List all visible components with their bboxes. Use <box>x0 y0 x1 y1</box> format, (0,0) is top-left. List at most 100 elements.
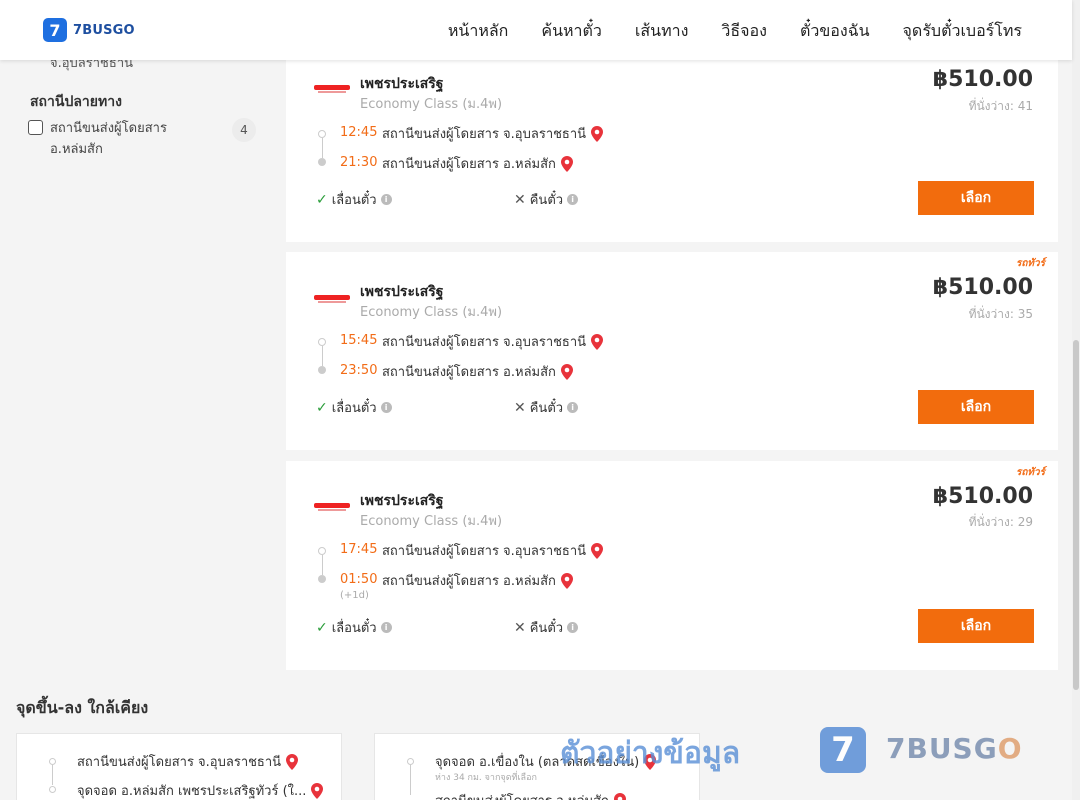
refund-label: คืนตั๋ว <box>529 621 564 636</box>
arrival-station[interactable]: สถานีขนส่งผู้โดยสาร อ.หล่มสัก <box>382 361 573 382</box>
destination-filter-label[interactable]: สถานีขนส่งผู้โดยสาร อ.หล่มสัก <box>50 118 210 160</box>
map-pin-icon[interactable] <box>591 125 604 142</box>
departure-time: 15:45 <box>340 333 378 348</box>
map-pin-icon[interactable] <box>591 542 604 559</box>
refund-feature: ✕ คืนตั๋ว i <box>514 397 579 418</box>
operator-logo <box>314 295 350 304</box>
site-logo[interactable]: 7 7BUSGO <box>43 18 135 42</box>
info-icon[interactable]: i <box>380 622 392 633</box>
map-pin-icon[interactable] <box>560 572 573 589</box>
map-pin-icon[interactable] <box>311 782 324 799</box>
info-icon[interactable]: i <box>567 402 579 413</box>
nav-my-tickets[interactable]: ตั๋วของฉัน <box>800 19 870 44</box>
timeline-line <box>321 138 323 158</box>
info-icon[interactable]: i <box>380 402 392 413</box>
nearby-distance: ห่าง 34 กม. จากจุดที่เลือก <box>435 773 537 783</box>
operator-logo <box>314 503 350 512</box>
destination-checkbox[interactable] <box>28 120 43 135</box>
bus-type-tag: รถทัวร์ <box>1015 467 1045 478</box>
departure-station[interactable]: สถานีขนส่งผู้โดยสาร จ.อุบลราชธานี <box>382 540 604 561</box>
departure-station[interactable]: สถานีขนส่งผู้โดยสาร จ.อุบลราชธานี <box>382 331 604 352</box>
watermark-brand: 7BUSGO <box>886 732 1023 765</box>
top-header: 7 7BUSGO หน้าหลัก ค้นหาตั๋ว เส้นทาง วิธี… <box>0 0 1072 60</box>
arrival-time: 01:50 <box>340 572 378 587</box>
scrollbar-thumb[interactable] <box>1073 340 1079 690</box>
logo-mark: 7 <box>43 18 67 42</box>
operator-name: เพชรประเสริฐ <box>360 493 444 509</box>
watermark-logo-mark: 7 <box>820 727 866 773</box>
page-scrollbar[interactable] <box>1072 0 1080 800</box>
nav-how-to-book[interactable]: วิธีจอง <box>721 19 767 44</box>
operator-name: เพชรประเสริฐ <box>360 76 444 92</box>
watermark-brand-o: O <box>997 732 1023 765</box>
departure-station-name: สถานีขนส่งผู้โดยสาร จ.อุบลราชธานี <box>382 544 587 559</box>
arrival-station[interactable]: สถานีขนส่งผู้โดยสาร อ.หล่มสัก <box>382 570 573 591</box>
bus-type-tag: รถทัวร์ <box>1015 258 1045 269</box>
operator-name: เพชรประเสริฐ <box>360 284 444 300</box>
refund-label: คืนตั๋ว <box>529 193 564 208</box>
nearby-stops-heading: จุดขึ้น-ลง ใกล้เคียง <box>16 698 149 717</box>
arrival-station-name: สถานีขนส่งผู้โดยสาร อ.หล่มสัก <box>382 157 556 172</box>
departure-time: 12:45 <box>340 125 378 140</box>
reschedule-feature: ✓ เลื่อนตั๋ว i <box>316 617 392 638</box>
operator-logo <box>314 85 350 94</box>
info-icon[interactable]: i <box>567 194 579 205</box>
map-pin-icon[interactable] <box>560 155 573 172</box>
timeline-start-dot <box>318 338 326 346</box>
select-trip-button[interactable]: เลือก <box>918 181 1034 215</box>
map-pin-icon[interactable] <box>591 333 604 350</box>
timeline-start-dot <box>318 130 326 138</box>
check-icon: ✓ <box>316 399 328 416</box>
arrival-station-name: สถานีขนส่งผู้โดยสาร อ.หล่มสัก <box>382 365 556 380</box>
departure-station-name: สถานีขนส่งผู้โดยสาร จ.อุบลราชธานี <box>382 335 587 350</box>
select-trip-button[interactable]: เลือก <box>918 609 1034 643</box>
reschedule-label: เลื่อนตั๋ว <box>331 621 377 636</box>
arrival-station[interactable]: สถานีขนส่งผู้โดยสาร อ.หล่มสัก <box>382 153 573 174</box>
refund-feature: ✕ คืนตั๋ว i <box>514 189 579 210</box>
nav-routes[interactable]: เส้นทาง <box>635 19 689 44</box>
nav-search-tickets[interactable]: ค้นหาตั๋ว <box>541 19 602 44</box>
trip-price: ฿510.00 <box>932 275 1033 300</box>
refund-feature: ✕ คืนตั๋ว i <box>514 617 579 638</box>
arrival-time: 21:30 <box>340 155 378 170</box>
nearby-stop-card[interactable]: สถานีขนส่งผู้โดยสาร จ.อุบลราชธานี จุดจอด… <box>16 733 342 800</box>
main-nav: หน้าหลัก ค้นหาตั๋ว เส้นทาง วิธีจอง ตั๋วข… <box>448 19 1022 44</box>
reschedule-label: เลื่อนตั๋ว <box>331 401 377 416</box>
timeline-start-dot <box>49 758 56 765</box>
nearby-destination-name: สถานีขนส่งผู้โดยสาร อ.หล่มสัก <box>435 790 609 800</box>
watermark-brand-main: 7BUSG <box>886 732 998 765</box>
cross-icon: ✕ <box>514 399 526 416</box>
destination-filter-heading: สถานีปลายทาง <box>30 94 122 110</box>
logo-text: 7BUSGO <box>73 22 135 38</box>
timeline-start-dot <box>318 547 326 555</box>
trip-card: รถทัวร์ เพชรประเสริฐ Economy Class (ม.4พ… <box>286 461 1058 670</box>
nearby-origin-name: สถานีขนส่งผู้โดยสาร จ.อุบลราชธานี <box>77 755 282 770</box>
timeline-line <box>410 765 411 795</box>
seats-available: ที่นั่งว่าง: 41 <box>968 99 1033 113</box>
map-pin-icon[interactable] <box>560 363 573 380</box>
refund-label: คืนตั๋ว <box>529 401 564 416</box>
info-icon[interactable]: i <box>380 194 392 205</box>
map-pin-icon[interactable] <box>286 753 299 770</box>
select-trip-button[interactable]: เลือก <box>918 390 1034 424</box>
info-icon[interactable]: i <box>567 622 579 633</box>
timeline-start-dot <box>407 758 414 765</box>
check-icon: ✓ <box>316 191 328 208</box>
reschedule-feature: ✓ เลื่อนตั๋ว i <box>316 397 392 418</box>
map-pin-icon[interactable] <box>613 792 626 800</box>
seats-available: ที่นั่งว่าง: 29 <box>968 515 1033 529</box>
next-day-indicator: (+1d) <box>340 590 369 601</box>
nav-pickup-points[interactable]: จุดรับตั๋วเบอร์โทร <box>903 19 1022 44</box>
seat-class: Economy Class (ม.4พ) <box>360 514 503 529</box>
departure-station[interactable]: สถานีขนส่งผู้โดยสาร จ.อุบลราชธานี <box>382 123 604 144</box>
cross-icon: ✕ <box>514 619 526 636</box>
timeline-line <box>321 346 323 366</box>
trip-card: เพชรประเสริฐ Economy Class (ม.4พ) ฿510.0… <box>286 60 1058 242</box>
departure-station-name: สถานีขนส่งผู้โดยสาร จ.อุบลราชธานี <box>382 127 587 142</box>
departure-time: 17:45 <box>340 542 378 557</box>
trip-price: ฿510.00 <box>932 484 1033 509</box>
arrival-time: 23:50 <box>340 363 378 378</box>
seats-available: ที่นั่งว่าง: 35 <box>968 307 1033 321</box>
reschedule-label: เลื่อนตั๋ว <box>331 193 377 208</box>
nav-home[interactable]: หน้าหลัก <box>448 19 509 44</box>
